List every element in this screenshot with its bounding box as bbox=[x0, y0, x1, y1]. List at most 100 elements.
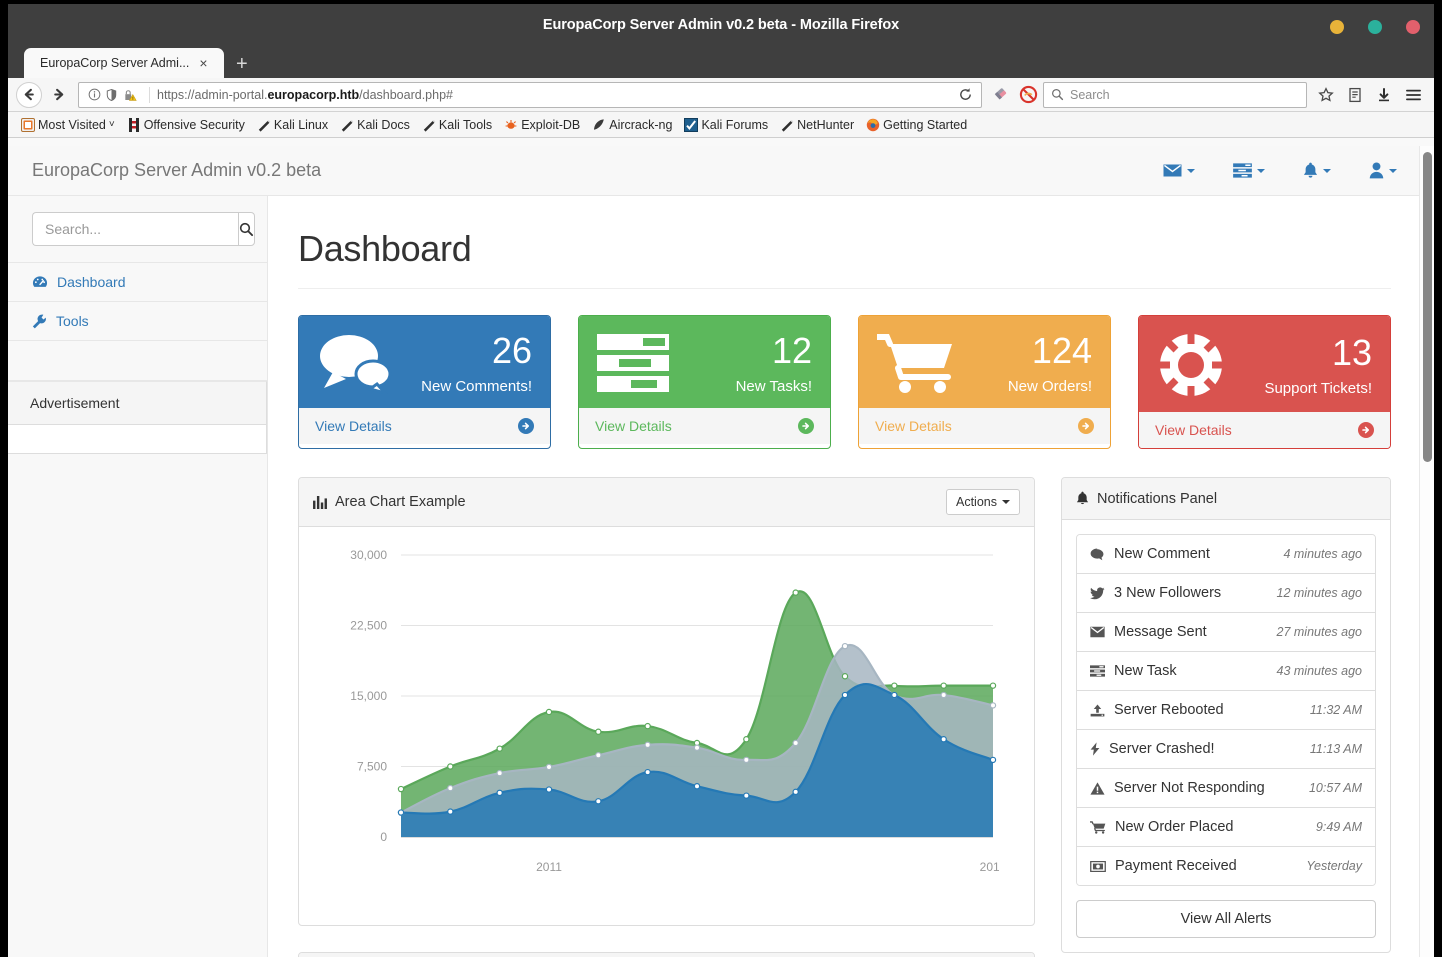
main-content: Dashboard 26 New Comments! View Details … bbox=[268, 196, 1419, 957]
money-icon bbox=[1090, 860, 1106, 872]
app-body: Dashboard Tools Advertisement bbox=[8, 196, 1419, 957]
browser-search-box[interactable]: Search bbox=[1043, 81, 1307, 108]
svg-text:2011: 2011 bbox=[536, 860, 562, 874]
downloads-icon[interactable] bbox=[1371, 82, 1397, 108]
card-number: 26 bbox=[491, 329, 532, 371]
list-item[interactable]: Server Crashed! 11:13 AM bbox=[1077, 730, 1375, 769]
bookmark-kali-docs[interactable]: Kali Docs bbox=[335, 116, 415, 134]
list-item[interactable]: Server Not Responding 10:57 AM bbox=[1077, 769, 1375, 808]
card-view-details[interactable]: View Details bbox=[579, 408, 830, 444]
dashboard-panels: Area Chart Example Actions 0 7,500 15,000 2… bbox=[298, 477, 1391, 957]
svg-text:30,000: 30,000 bbox=[350, 548, 387, 562]
library-icon[interactable] bbox=[1342, 82, 1368, 108]
eraser-extension-icon[interactable] bbox=[989, 83, 1013, 107]
close-button[interactable] bbox=[1406, 20, 1420, 34]
list-item[interactable]: New Order Placed 9:49 AM bbox=[1077, 808, 1375, 847]
user-dropdown[interactable] bbox=[1369, 162, 1397, 179]
area-chart-actions-button[interactable]: Actions bbox=[946, 489, 1020, 515]
bookmark-getting-started[interactable]: Getting Started bbox=[861, 116, 972, 134]
twitter-icon bbox=[1090, 586, 1105, 600]
notification-time: 27 minutes ago bbox=[1276, 625, 1362, 639]
list-item[interactable]: Payment Received Yesterday bbox=[1077, 847, 1375, 885]
notification-left: Payment Received bbox=[1090, 858, 1237, 874]
card-view-details[interactable]: View Details bbox=[859, 408, 1110, 444]
back-button[interactable] bbox=[16, 81, 42, 108]
search-submit-button[interactable] bbox=[238, 212, 255, 246]
bookmark-kali-tools[interactable]: Kali Tools bbox=[417, 116, 497, 134]
bell-icon bbox=[1076, 491, 1089, 506]
window-controls bbox=[1330, 20, 1420, 34]
noscript-blocked-icon[interactable] bbox=[1016, 83, 1040, 107]
bookmark-exploit-db[interactable]: Exploit-DB bbox=[499, 116, 585, 134]
messages-dropdown[interactable] bbox=[1163, 163, 1195, 178]
bookmark-nethunter[interactable]: NetHunter bbox=[775, 116, 859, 134]
list-item[interactable]: Message Sent 27 minutes ago bbox=[1077, 613, 1375, 652]
bookmark-kali-forums[interactable]: Kali Forums bbox=[679, 116, 773, 134]
tasks-icon bbox=[1090, 665, 1105, 677]
url-bar[interactable]: https://admin-portal.europacorp.htb/dash… bbox=[78, 81, 982, 108]
bookmark-star-icon[interactable] bbox=[1313, 82, 1339, 108]
sidebar-item-dashboard[interactable]: Dashboard bbox=[8, 263, 267, 302]
app-brand[interactable]: EuropaCorp Server Admin v0.2 beta bbox=[32, 160, 321, 181]
card-number: 12 bbox=[771, 329, 812, 371]
notification-left: Server Rebooted bbox=[1090, 702, 1224, 718]
page-scrollbar[interactable] bbox=[1419, 146, 1434, 957]
hamburger-menu-icon[interactable] bbox=[1400, 82, 1426, 108]
minimize-button[interactable] bbox=[1330, 20, 1344, 34]
tasks-icon bbox=[597, 332, 669, 394]
chevron-down-icon: ˅ bbox=[108, 119, 115, 130]
window-titlebar: EuropaCorp Server Admin v0.2 beta - Mozi… bbox=[8, 4, 1434, 48]
bookmark-label: Offensive Security bbox=[143, 117, 245, 132]
card-label: Support Tickets! bbox=[1264, 379, 1372, 397]
reload-button[interactable] bbox=[953, 83, 977, 107]
chevron-down-icon bbox=[1002, 500, 1010, 504]
bookmark-label: Kali Linux bbox=[273, 117, 329, 132]
page-viewport: EuropaCorp Server Admin v0.2 beta Search… bbox=[8, 146, 1434, 957]
list-item[interactable]: 3 New Followers 12 minutes ago bbox=[1077, 574, 1375, 613]
search-input[interactable] bbox=[32, 212, 238, 246]
bookmark-label: Exploit-DB bbox=[521, 117, 581, 132]
card-top: 12 New Tasks! bbox=[579, 316, 830, 408]
sidebar-search-row bbox=[8, 196, 267, 263]
list-item[interactable]: New Comment 4 minutes ago bbox=[1077, 535, 1375, 574]
area-chart[interactable]: 0 7,500 15,000 22,500 30,000 2011 2012 bbox=[313, 541, 999, 911]
bookmark-offensive-security[interactable]: Offensive Security bbox=[122, 116, 250, 134]
card-view-details[interactable]: View Details bbox=[1139, 412, 1390, 448]
view-all-alerts-button[interactable]: View All Alerts bbox=[1076, 900, 1376, 938]
page-title: Dashboard bbox=[298, 228, 1391, 289]
forward-button[interactable] bbox=[45, 82, 71, 108]
svg-text:7,500: 7,500 bbox=[357, 760, 387, 774]
notification-time: Yesterday bbox=[1306, 859, 1362, 873]
bookmark-most-visited[interactable]: Most Visited ˅ bbox=[16, 116, 120, 134]
sidebar-item-tools[interactable]: Tools bbox=[8, 302, 267, 341]
scrollbar-thumb[interactable] bbox=[1423, 152, 1432, 462]
tachometer-icon bbox=[32, 275, 48, 289]
aircrack-icon bbox=[592, 118, 606, 132]
notification-label: 3 New Followers bbox=[1114, 585, 1222, 601]
tasks-dropdown[interactable] bbox=[1233, 163, 1265, 178]
panel-heading: Bar Chart Example Actions bbox=[299, 953, 1034, 957]
bookmark-aircrack-ng[interactable]: Aircrack-ng bbox=[587, 116, 677, 134]
notification-left: Server Not Responding bbox=[1090, 780, 1265, 796]
notifications-column: Notifications Panel New Comment 4 minute… bbox=[1061, 477, 1391, 953]
notification-label: Server Crashed! bbox=[1109, 741, 1215, 757]
list-item[interactable]: New Task 43 minutes ago bbox=[1077, 652, 1375, 691]
notification-left: New Order Placed bbox=[1090, 819, 1233, 835]
tab-close-icon[interactable]: × bbox=[199, 56, 207, 70]
offensive-security-icon bbox=[127, 117, 141, 132]
list-item[interactable]: Server Rebooted 11:32 AM bbox=[1077, 691, 1375, 730]
notification-left: Server Crashed! bbox=[1090, 741, 1215, 757]
alerts-dropdown[interactable] bbox=[1303, 162, 1331, 179]
arrow-circle-right-icon bbox=[518, 418, 534, 434]
new-tab-button[interactable]: + bbox=[224, 54, 258, 78]
card-view-details[interactable]: View Details bbox=[299, 408, 550, 444]
notification-time: 4 minutes ago bbox=[1283, 547, 1362, 561]
bookmark-label: Kali Docs bbox=[357, 117, 410, 132]
bookmark-kali-linux[interactable]: Kali Linux bbox=[252, 116, 333, 134]
identity-icons bbox=[83, 88, 142, 102]
firefox-icon bbox=[866, 118, 880, 132]
maximize-button[interactable] bbox=[1368, 20, 1382, 34]
browser-tab[interactable]: EuropaCorp Server Admi... × bbox=[24, 48, 224, 78]
notification-time: 43 minutes ago bbox=[1276, 664, 1362, 678]
summary-cards: 26 New Comments! View Details 12 New Tas… bbox=[298, 315, 1391, 449]
